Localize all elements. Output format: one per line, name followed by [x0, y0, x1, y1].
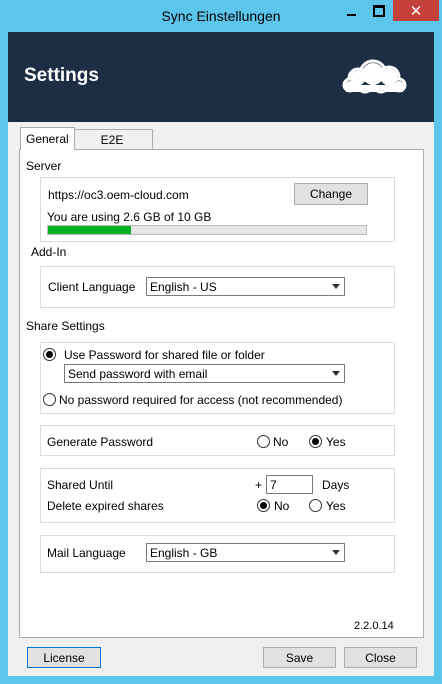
addin-section-label: Add-In [31, 245, 67, 259]
no-password-label: No password required for access (not rec… [59, 393, 343, 407]
minimize-icon [347, 13, 356, 16]
expiry-group [40, 468, 395, 523]
usage-progress-bar [47, 225, 367, 235]
tab-general[interactable]: General [20, 127, 75, 150]
generate-password-no-radio[interactable] [257, 435, 270, 448]
delete-expired-no-label: No [274, 499, 290, 513]
maximize-button[interactable] [365, 0, 392, 21]
usage-text: You are using 2.6 GB of 10 GB [47, 210, 212, 224]
settings-window: Sync Einstellungen ✕ Settings General E2… [0, 0, 442, 684]
maximize-icon [372, 4, 385, 17]
close-icon: ✕ [409, 2, 423, 20]
title-bar[interactable]: Sync Einstellungen ✕ [0, 0, 442, 32]
password-method-select[interactable]: Send password with email [64, 364, 345, 383]
delete-expired-yes-label: Yes [326, 499, 346, 513]
chevron-down-icon [332, 371, 340, 376]
generate-password-no-label: No [273, 435, 289, 449]
generate-password-label: Generate Password [47, 435, 154, 449]
mail-language-select[interactable]: English - GB [146, 543, 345, 562]
client-language-select[interactable]: English - US [146, 277, 345, 296]
delete-expired-yes-radio[interactable] [309, 499, 322, 512]
mail-language-label: Mail Language [47, 546, 126, 560]
change-server-button[interactable]: Change [294, 183, 368, 205]
no-password-radio[interactable] [43, 393, 56, 406]
shared-until-label: Shared Until [47, 478, 114, 492]
delete-expired-no-radio[interactable] [257, 499, 270, 512]
minimize-button[interactable] [338, 0, 365, 21]
plus-sign: + [255, 478, 263, 492]
generate-password-yes-label: Yes [326, 435, 346, 449]
days-input[interactable]: 7 [266, 475, 313, 494]
save-button[interactable]: Save [263, 647, 336, 668]
chevron-down-icon [332, 550, 340, 555]
page-title: Settings [24, 65, 99, 86]
share-section-label: Share Settings [26, 319, 105, 333]
password-method-value: Send password with email [68, 367, 208, 381]
chevron-down-icon [332, 284, 340, 289]
client-area: Settings General E2E Server https://oc3.… [8, 32, 434, 676]
mail-language-value: English - GB [150, 546, 218, 560]
close-button[interactable]: Close [344, 647, 417, 668]
days-label: Days [322, 478, 350, 492]
close-window-button[interactable]: ✕ [393, 0, 439, 21]
server-url: https://oc3.oem-cloud.com [48, 188, 189, 202]
server-section-label: Server [26, 159, 62, 173]
delete-expired-label: Delete expired shares [47, 499, 164, 513]
client-language-value: English - US [150, 280, 217, 294]
use-password-radio[interactable] [43, 348, 56, 361]
generate-password-yes-radio[interactable] [309, 435, 322, 448]
client-language-label: Client Language [48, 280, 136, 294]
version-label: 2.2.0.14 [354, 620, 394, 632]
license-button[interactable]: License [27, 647, 101, 668]
tab-e2e-encryption[interactable]: E2E Encryption [71, 129, 153, 167]
usage-progress-fill [48, 226, 131, 234]
cloud-logo-icon [342, 59, 407, 94]
general-tab-panel: Server https://oc3.oem-cloud.com Change … [19, 149, 424, 638]
settings-header: Settings [8, 32, 434, 122]
use-password-label: Use Password for shared file or folder [64, 348, 265, 362]
